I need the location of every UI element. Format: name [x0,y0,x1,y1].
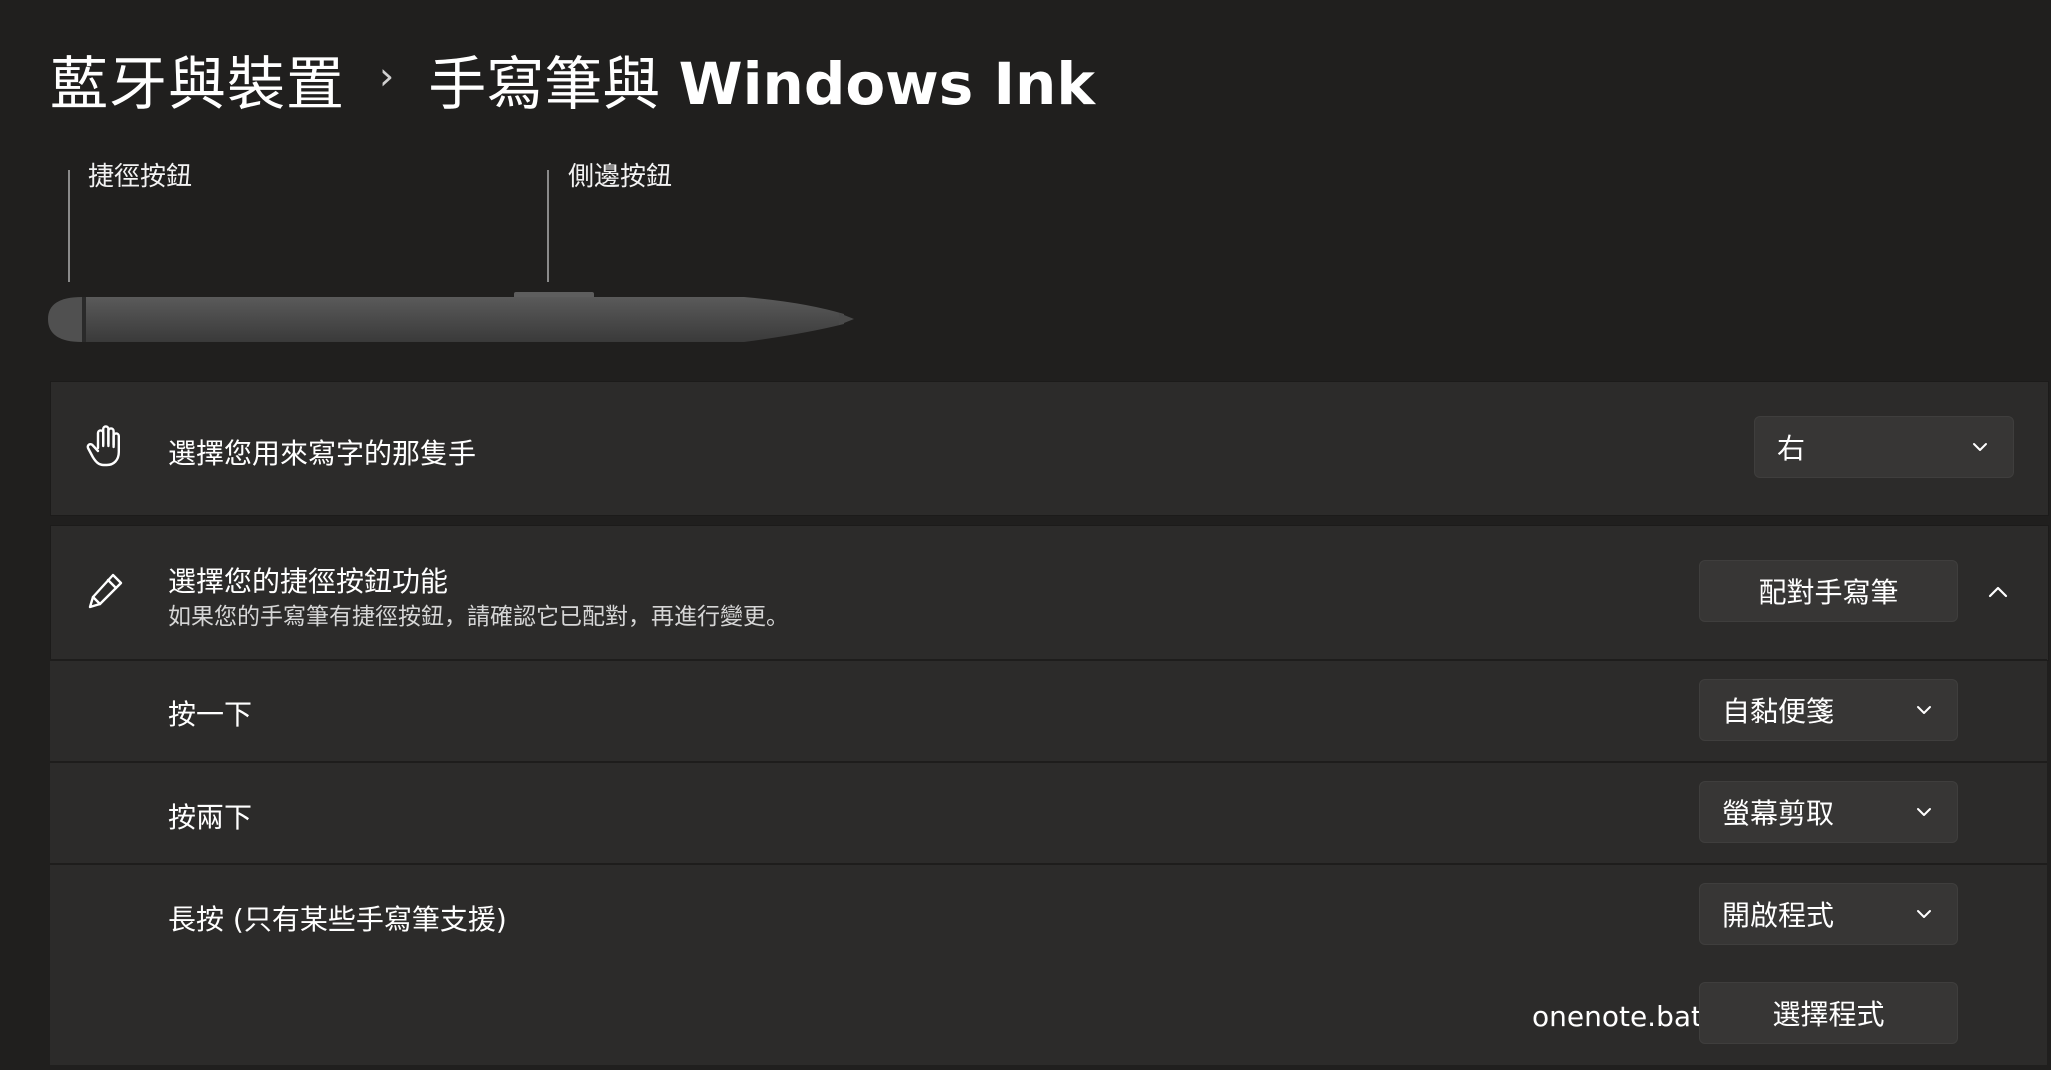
chevron-down-icon [1973,443,1987,451]
pen-body [82,297,844,342]
side-button-label: 側邊按鈕 [568,162,673,192]
pen-eraser [48,297,82,342]
pen-eraser-ring [82,297,86,342]
breadcrumb-chevron-icon: › [379,54,395,98]
chevron-down-icon [1917,910,1931,918]
double-click-dropdown[interactable]: 螢幕剪取 [1699,781,1958,843]
handedness-title: 選擇您用來寫字的那隻手 [168,437,477,470]
single-click-dropdown[interactable]: 自黏便箋 [1699,679,1958,741]
long-press-dropdown[interactable]: 開啟程式 [1699,883,1958,945]
shortcut-button-label: 捷徑按鈕 [88,162,193,192]
pen-illustration [48,292,854,342]
chevron-down-icon [1917,706,1931,714]
program-file-name: onenote.bat [1532,1000,1702,1033]
pen-icon [88,573,123,609]
choose-program-button[interactable]: 選擇程式 [1699,982,1958,1044]
collapse-button[interactable] [1978,572,2018,612]
shortcut-button-pointer [68,170,70,282]
handedness-value: 右 [1777,432,1806,465]
page-title-prefix: 手寫筆與 [428,50,661,118]
long-press-value: 開啟程式 [1722,899,1835,932]
breadcrumb: 藍牙與裝置 › 手寫筆與 Windows Ink [50,44,1095,118]
single-click-value: 自黏便箋 [1722,695,1835,728]
single-click-label: 按一下 [168,698,253,731]
pen-tip [839,313,854,325]
page-title-suffix: Windows Ink [678,50,1095,118]
side-button-pointer [547,170,549,282]
long-press-label: 長按 (只有某些手寫筆支援) [168,903,507,936]
shortcut-title: 選擇您的捷徑按鈕功能 [168,565,449,598]
pair-pen-button[interactable]: 配對手寫筆 [1699,560,1958,622]
handedness-dropdown[interactable]: 右 [1754,416,2014,478]
shortcut-subtitle: 如果您的手寫筆有捷徑按鈕，請確認它已配對，再進行變更。 [168,604,789,630]
chevron-up-icon [1988,586,2008,598]
page-title: 手寫筆與 Windows Ink [428,37,1095,121]
double-click-label: 按兩下 [168,801,253,834]
hand-icon [86,425,120,467]
double-click-value: 螢幕剪取 [1722,797,1835,830]
chevron-down-icon [1917,808,1931,816]
breadcrumb-parent-link[interactable]: 藍牙與裝置 [50,37,345,121]
